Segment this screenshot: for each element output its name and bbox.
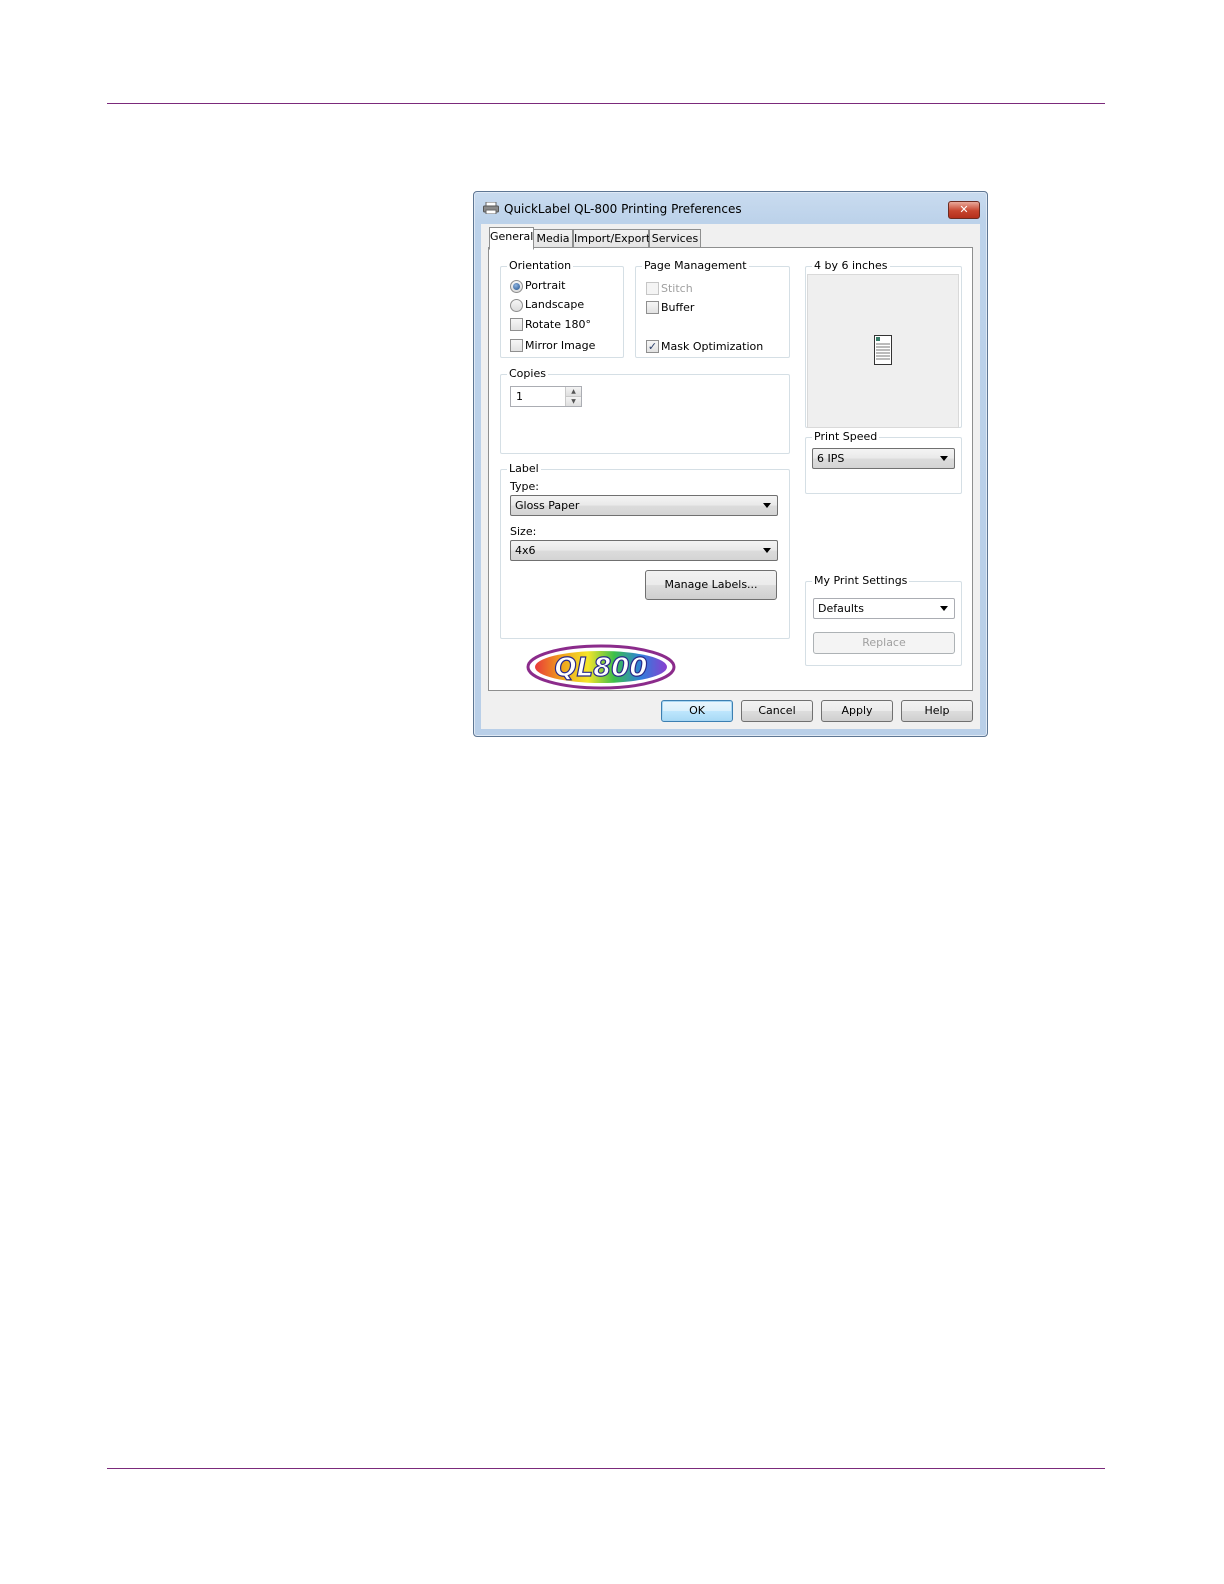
tab-import-export[interactable]: Import/Export bbox=[573, 229, 650, 249]
label-size-value: 4x6 bbox=[515, 544, 536, 557]
spin-down-icon[interactable]: ▼ bbox=[566, 397, 581, 406]
copies-value: 1 bbox=[516, 390, 523, 403]
logo-text: QL800 bbox=[555, 653, 648, 683]
ok-button[interactable]: OK bbox=[661, 700, 733, 722]
copies-spinner[interactable]: 1 ▲ ▼ bbox=[510, 386, 582, 407]
printing-preferences-dialog: QuickLabel QL-800 Printing Preferences ✕… bbox=[473, 191, 988, 737]
preview-title: 4 by 6 inches bbox=[812, 259, 890, 272]
mask-optimization-checkbox[interactable]: ✓ bbox=[646, 340, 659, 353]
copies-spin-buttons: ▲ ▼ bbox=[565, 387, 581, 406]
dialog-client-area: General Media Import/Export Services Ori… bbox=[481, 224, 980, 729]
title-bar[interactable]: QuickLabel QL-800 Printing Preferences ✕ bbox=[474, 192, 987, 222]
label-size-dropdown[interactable]: 4x6 bbox=[510, 540, 778, 561]
footer-rule bbox=[107, 1468, 1105, 1469]
header-rule bbox=[107, 103, 1105, 104]
orientation-title: Orientation bbox=[507, 259, 574, 272]
printer-icon bbox=[483, 202, 499, 214]
print-speed-dropdown[interactable]: 6 IPS bbox=[812, 448, 955, 469]
rotate-180-label: Rotate 180° bbox=[525, 318, 592, 331]
landscape-radio[interactable] bbox=[510, 299, 523, 312]
print-speed-value: 6 IPS bbox=[817, 452, 845, 465]
tab-general[interactable]: General bbox=[489, 227, 534, 250]
my-print-settings-title: My Print Settings bbox=[812, 574, 910, 587]
mirror-image-checkbox[interactable] bbox=[510, 339, 523, 352]
label-type-dropdown[interactable]: Gloss Paper bbox=[510, 495, 778, 516]
dropdown-arrow-icon bbox=[763, 503, 771, 508]
check-mark-icon: ✓ bbox=[647, 340, 658, 353]
label-preview-area bbox=[807, 274, 959, 428]
page-management-title: Page Management bbox=[642, 259, 749, 272]
my-print-settings-value: Defaults bbox=[818, 602, 864, 615]
mirror-image-label: Mirror Image bbox=[525, 339, 596, 352]
dropdown-arrow-icon bbox=[940, 456, 948, 461]
document-icon bbox=[874, 335, 892, 365]
tab-media[interactable]: Media bbox=[533, 229, 573, 249]
copies-title: Copies bbox=[507, 367, 548, 380]
close-button[interactable]: ✕ bbox=[948, 201, 980, 219]
stitch-label: Stitch bbox=[661, 282, 693, 295]
size-label: Size: bbox=[510, 525, 537, 538]
apply-button[interactable]: Apply bbox=[821, 700, 893, 722]
help-button[interactable]: Help bbox=[901, 700, 973, 722]
dropdown-arrow-icon bbox=[940, 606, 948, 611]
tab-services[interactable]: Services bbox=[649, 229, 701, 249]
cancel-button[interactable]: Cancel bbox=[741, 700, 813, 722]
rotate-180-checkbox[interactable] bbox=[510, 318, 523, 331]
window-title: QuickLabel QL-800 Printing Preferences bbox=[504, 202, 742, 216]
general-tab-panel: Orientation Portrait Landscape Rotate 18… bbox=[488, 247, 973, 691]
mask-optimization-label: Mask Optimization bbox=[661, 340, 764, 353]
ql800-logo: QL800 bbox=[526, 644, 676, 690]
buffer-label: Buffer bbox=[661, 301, 695, 314]
portrait-label: Portrait bbox=[525, 279, 566, 292]
replace-button[interactable]: Replace bbox=[813, 632, 955, 654]
spin-up-icon[interactable]: ▲ bbox=[566, 387, 581, 397]
stitch-checkbox[interactable] bbox=[646, 282, 659, 295]
dropdown-arrow-icon bbox=[763, 548, 771, 553]
portrait-radio[interactable] bbox=[510, 280, 523, 293]
landscape-label: Landscape bbox=[525, 298, 585, 311]
close-icon: ✕ bbox=[959, 203, 969, 216]
label-type-value: Gloss Paper bbox=[515, 499, 580, 512]
my-print-settings-dropdown[interactable]: Defaults bbox=[813, 598, 955, 619]
buffer-checkbox[interactable] bbox=[646, 301, 659, 314]
print-speed-title: Print Speed bbox=[812, 430, 880, 443]
label-title: Label bbox=[507, 462, 541, 475]
manage-labels-button[interactable]: Manage Labels... bbox=[645, 570, 777, 600]
type-label: Type: bbox=[510, 480, 539, 493]
